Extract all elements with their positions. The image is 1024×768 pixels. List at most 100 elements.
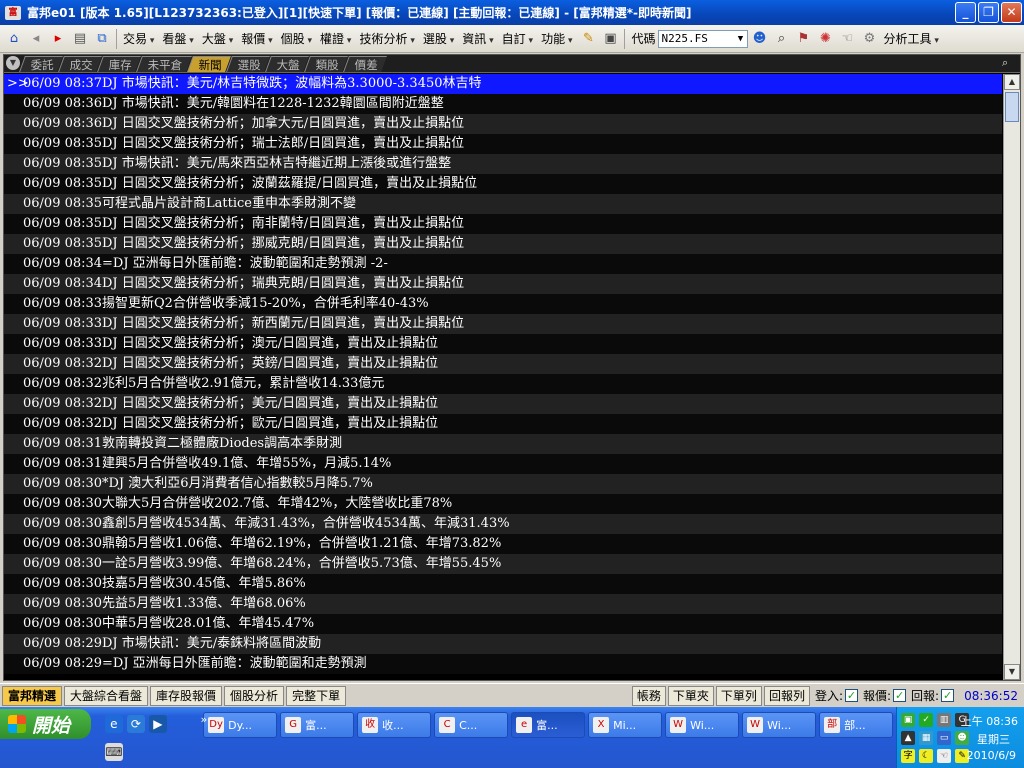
tray-app-icon[interactable]: ▣: [901, 713, 916, 727]
chart-tool-icon[interactable]: ⚑: [794, 30, 812, 48]
news-row[interactable]: 06/09 08:36DJ 日圓交叉盤技術分析；加拿大元/日圓買進，賣出及止損點…: [4, 114, 1002, 134]
news-row[interactable]: 06/09 08:35DJ 日圓交叉盤技術分析；瑞士法郎/日圓買進，賣出及止損點…: [4, 134, 1002, 154]
news-row[interactable]: 06/09 08:34=DJ 亞洲每日外匯前瞻：波動範圍和走勢預測 -2-: [4, 254, 1002, 274]
menu-item[interactable]: 資訊: [459, 30, 498, 47]
news-row[interactable]: 06/09 08:35DJ 日圓交叉盤技術分析；南非蘭特/日圓買進，賣出及止損點…: [4, 214, 1002, 234]
taskbar-button[interactable]: e 富...: [511, 712, 586, 738]
refresh-icon[interactable]: ⟳: [126, 715, 145, 733]
tray-grid-icon[interactable]: ▦: [919, 731, 934, 745]
workspace-tab[interactable]: 大盤綜合看盤: [64, 685, 149, 706]
settings-icon[interactable]: ⚙: [860, 30, 878, 48]
start-button[interactable]: 開始: [0, 709, 91, 739]
people-icon[interactable]: ☻: [750, 30, 768, 48]
analysis-tools-menu[interactable]: 分析工具: [880, 30, 943, 47]
close-button[interactable]: ✕: [1001, 2, 1022, 23]
minimize-button[interactable]: _: [955, 2, 976, 23]
chevron-down-icon[interactable]: ▼: [733, 34, 747, 44]
hand-icon[interactable]: ☜: [838, 30, 856, 48]
vertical-scrollbar[interactable]: ▲ ▼: [1003, 74, 1020, 680]
checkbox[interactable]: ✓: [941, 689, 955, 702]
panel-tab[interactable]: 選股: [225, 56, 270, 72]
menu-item[interactable]: 交易: [120, 30, 159, 47]
news-row[interactable]: 06/09 08:35DJ 日圓交叉盤技術分析；挪威克朗/日圓買進，賣出及止損點…: [4, 234, 1002, 254]
tray-monitor-icon[interactable]: ▭: [937, 731, 952, 745]
bottom-button[interactable]: 下單夾: [667, 685, 714, 706]
clock-time[interactable]: 上午 08:36: [961, 713, 1018, 729]
news-row[interactable]: 06/09 08:30*DJ 澳大利亞6月消費者信心指數較5月降5.7%: [4, 474, 1002, 494]
news-row[interactable]: 06/09 08:30技嘉5月營收30.45億、年增5.86%: [4, 574, 1002, 594]
news-row[interactable]: 06/09 08:35DJ 日圓交叉盤技術分析；波蘭茲羅提/日圓買進，賣出及止損…: [4, 174, 1002, 194]
broadcast-icon[interactable]: ✺: [816, 30, 834, 48]
tray-hand-icon[interactable]: ☜: [937, 749, 952, 763]
menu-item[interactable]: 技術分析: [356, 30, 419, 47]
print-icon[interactable]: ▤: [71, 30, 89, 48]
panel-tab[interactable]: 價差: [342, 56, 387, 72]
news-row[interactable]: 06/09 08:34DJ 日圓交叉盤技術分析；瑞典克朗/日圓買進，賣出及止損點…: [4, 274, 1002, 294]
panel-tab[interactable]: 新聞: [186, 56, 231, 72]
scroll-down-button[interactable]: ▼: [1004, 664, 1020, 680]
workspace-tab[interactable]: 個股分析: [224, 685, 285, 706]
news-row[interactable]: 06/09 08:33揚智更新Q2合併營收季減15-20%，合併毛利率40-43…: [4, 294, 1002, 314]
menu-item[interactable]: 權證: [317, 30, 356, 47]
restore-button[interactable]: ❐: [978, 2, 999, 23]
panel-tab[interactable]: 庫存: [97, 56, 141, 72]
status-check[interactable]: 報價: ✓: [863, 687, 907, 704]
news-row[interactable]: 06/09 08:31建興5月合併營收49.1億、年增55%，月減5.14%: [4, 454, 1002, 474]
panel-tab[interactable]: 成交: [58, 56, 102, 72]
tray-chart-icon[interactable]: ▲: [901, 731, 916, 745]
news-row[interactable]: 06/09 08:31敦南轉投資二極體廠Diodes調高本季財測: [4, 434, 1002, 454]
news-row[interactable]: 06/09 08:33DJ 日圓交叉盤技術分析；澳元/日圓買進，賣出及止損點位: [4, 334, 1002, 354]
menu-item[interactable]: 報價: [238, 30, 277, 47]
workspace-tab[interactable]: 富邦精選: [2, 685, 63, 706]
panel-tab[interactable]: 委託: [19, 56, 63, 72]
news-row[interactable]: 06/09 08:32兆利5月合併營收2.91億元，累計營收14.33億元: [4, 374, 1002, 394]
taskbar-button[interactable]: 收收...: [357, 712, 432, 738]
menu-item[interactable]: 功能: [538, 30, 577, 47]
bottom-button[interactable]: 回報列: [763, 685, 810, 706]
taskbar-button[interactable]: W Wi...: [742, 712, 817, 738]
news-row[interactable]: 06/09 08:30鑫創5月營收4534萬、年減31.43%，合併營收4534…: [4, 514, 1002, 534]
panel-tab[interactable]: 未平倉: [136, 56, 192, 72]
home-icon[interactable]: ⌂: [5, 30, 23, 48]
more-icon[interactable]: »: [195, 711, 213, 729]
news-row[interactable]: 06/09 08:30大聯大5月合併營收202.7億、年增42%，大陸營收比重7…: [4, 494, 1002, 514]
menu-item[interactable]: 大盤: [199, 30, 238, 47]
taskbar-button[interactable]: W Wi...: [665, 712, 740, 738]
news-row[interactable]: 06/09 08:29DJ 市場快訊：美元/泰銖料將區間波動: [4, 634, 1002, 654]
forward-icon[interactable]: ▸: [49, 30, 67, 48]
news-row[interactable]: 06/09 08:32DJ 日圓交叉盤技術分析；美元/日圓買進，賣出及止損點位: [4, 394, 1002, 414]
status-check[interactable]: 回報: ✓: [911, 687, 955, 704]
ie-icon[interactable]: e: [104, 715, 123, 733]
news-row[interactable]: 06/09 08:30鼎翰5月營收1.06億、年增62.19%，合併營收1.21…: [4, 534, 1002, 554]
news-row[interactable]: 06/09 08:36DJ 市場快訊：美元/韓圜料在1228-1232韓圜區間附…: [4, 94, 1002, 114]
news-row[interactable]: 06/09 08:35DJ 市場快訊：美元/馬來西亞林吉特繼近期上漲後或進行盤整: [4, 154, 1002, 174]
menu-item[interactable]: 自訂: [499, 30, 538, 47]
tray-ime-icon[interactable]: 字: [901, 749, 916, 763]
news-row[interactable]: 06/09 08:30中華5月營收28.01億、年增45.47%: [4, 614, 1002, 634]
pen-icon[interactable]: ✎: [579, 30, 597, 48]
workspace-tab[interactable]: 庫存股報價: [150, 685, 223, 706]
tray-network-icon[interactable]: ▥: [937, 713, 952, 727]
menu-item[interactable]: 個股: [278, 30, 317, 47]
news-row[interactable]: 06/09 08:32DJ 日圓交叉盤技術分析；歐元/日圓買進，賣出及止損點位: [4, 414, 1002, 434]
stock-code-input[interactable]: N225.FS ▼: [658, 29, 749, 48]
taskbar-button[interactable]: X Mi...: [588, 712, 663, 738]
search-icon[interactable]: ⌕: [772, 30, 790, 48]
news-row[interactable]: 06/09 08:29=DJ 亞洲每日外匯前瞻：波動範圍和走勢預測: [4, 654, 1002, 674]
news-row[interactable]: 06/09 08:32DJ 日圓交叉盤技術分析；英鎊/日圓買進，賣出及止損點位: [4, 354, 1002, 374]
collapse-icon[interactable]: ▼: [6, 56, 20, 70]
tray-moon-icon[interactable]: ☾: [919, 749, 934, 763]
menu-item[interactable]: 看盤: [159, 30, 198, 47]
checkbox[interactable]: ✓: [893, 689, 907, 702]
window-arrange-icon[interactable]: ⧉: [93, 30, 111, 48]
workspace-tab[interactable]: 完整下單: [286, 685, 347, 706]
news-row[interactable]: 06/09 08:30一詮5月營收3.99億、年增68.24%，合併營收5.73…: [4, 554, 1002, 574]
news-row[interactable]: 06/09 08:33DJ 日圓交叉盤技術分析；新西蘭元/日圓買進，賣出及止損點…: [4, 314, 1002, 334]
panel-tab[interactable]: 大盤: [264, 56, 309, 72]
scroll-thumb[interactable]: [1005, 92, 1019, 122]
status-check[interactable]: 登入: ✓: [815, 687, 858, 704]
news-row[interactable]: 06/09 08:35可程式晶片設計商Lattice重申本季財測不變: [4, 194, 1002, 214]
panel-tab[interactable]: 類股: [303, 56, 348, 72]
bottom-button[interactable]: 帳務: [631, 685, 666, 706]
back-icon[interactable]: ◂: [27, 30, 45, 48]
